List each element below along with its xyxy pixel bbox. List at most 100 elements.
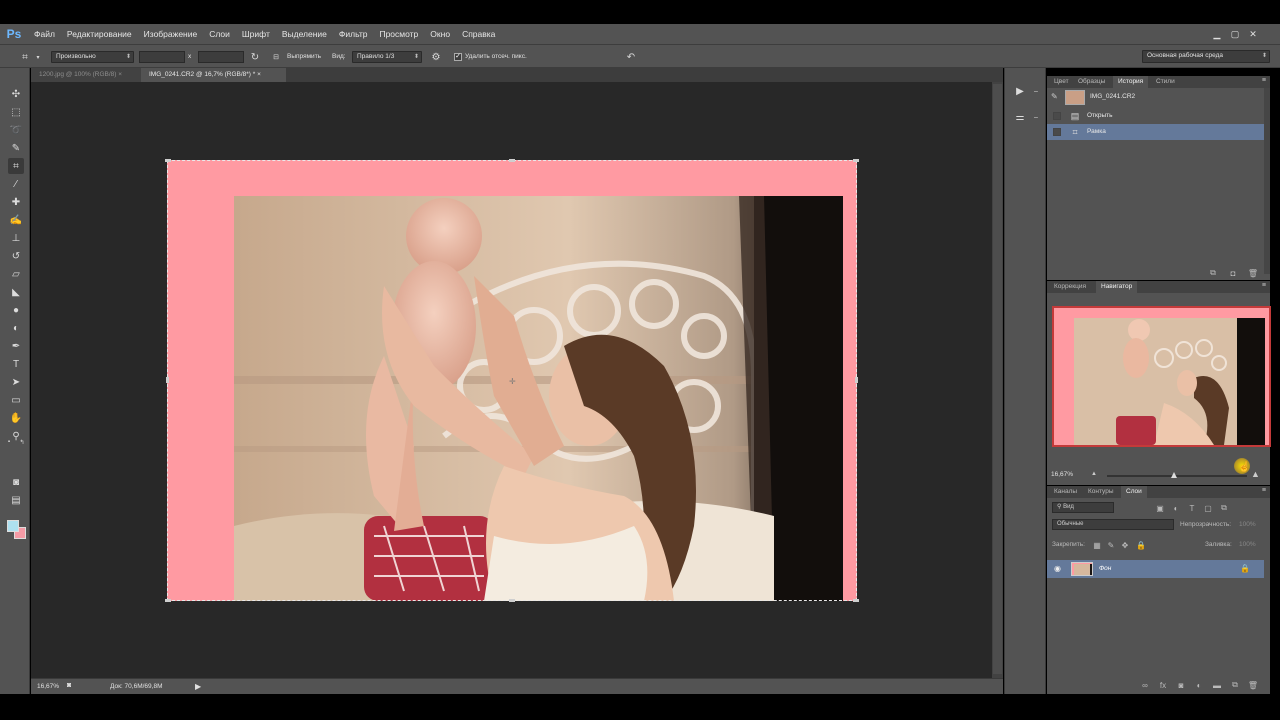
history-brush-tool-icon[interactable]: ↺ [8, 248, 24, 264]
status-zoom[interactable]: 16,67% [37, 683, 59, 690]
overlay-view-select[interactable]: Правило 1/3 [352, 51, 422, 63]
lock-transparent-icon[interactable]: ▦ [1091, 540, 1103, 550]
menu-type[interactable]: Шрифт [242, 29, 270, 39]
scrollbar-thumb[interactable] [993, 84, 1002, 674]
cancel-crop-icon[interactable]: ↶ [624, 50, 638, 64]
hand-tool-icon[interactable]: ✋ [8, 410, 24, 426]
shape-tool-icon[interactable]: ▭ [8, 392, 24, 408]
history-source-box[interactable] [1053, 112, 1061, 120]
tab-history[interactable]: История [1113, 76, 1149, 88]
menu-window[interactable]: Окно [430, 29, 450, 39]
adjustment-layer-icon[interactable]: ◐ [1193, 680, 1205, 690]
zoom-in-icon[interactable]: ▲ [1251, 469, 1260, 479]
menu-file[interactable]: Файл [34, 29, 55, 39]
tab-img-0241[interactable]: IMG_0241.CR2 @ 16,7% (RGB/8*) * × [141, 68, 286, 82]
quick-select-tool-icon[interactable]: ✎ [8, 140, 24, 156]
history-scrollbar[interactable] [1264, 88, 1270, 274]
maximize-icon[interactable]: ▢ [1226, 24, 1244, 44]
menu-help[interactable]: Справка [462, 29, 495, 39]
panel-menu-icon[interactable]: ≡ [1262, 487, 1266, 494]
straighten-label[interactable]: Выпрямить [287, 53, 321, 60]
crop-handle-bottom-right[interactable] [853, 599, 859, 602]
filter-shape-icon[interactable]: ▢ [1202, 503, 1214, 513]
filter-type-icon[interactable]: T [1186, 503, 1198, 513]
new-layer-icon[interactable]: ⧉ [1229, 680, 1241, 690]
slider-knob[interactable] [1171, 472, 1177, 478]
panel-menu-icon[interactable]: ≡ [1262, 77, 1266, 84]
trash-icon[interactable]: 🗑 [1247, 268, 1259, 278]
status-menu-arrow-icon[interactable]: ▶ [195, 682, 201, 691]
eye-visibility-icon[interactable]: ◉ [1054, 564, 1061, 573]
move-tool-icon[interactable]: ✣ [8, 86, 24, 102]
new-document-from-state-icon[interactable]: ⧉ [1207, 268, 1219, 278]
new-group-icon[interactable]: ▬ [1211, 680, 1223, 690]
crop-height-field[interactable] [198, 51, 244, 63]
crop-width-field[interactable] [139, 51, 185, 63]
menu-image[interactable]: Изображение [144, 29, 198, 39]
crop-box[interactable]: ✛ [165, 159, 859, 602]
status-info-icon[interactable]: ◙ [67, 682, 71, 689]
filter-adjustment-icon[interactable]: ◐ [1170, 503, 1182, 513]
add-mask-icon[interactable]: ◙ [1175, 680, 1187, 690]
navigator-zoom-slider[interactable] [1107, 472, 1247, 478]
layer-style-fx-icon[interactable]: fx [1157, 680, 1169, 690]
tab-1200-jpg[interactable]: 1200.jpg @ 100% (RGB/8) × [31, 68, 141, 82]
gear-icon[interactable]: ⚙ [429, 50, 443, 64]
menu-filter[interactable]: Фильтр [339, 29, 368, 39]
layer-name[interactable]: Фон [1099, 565, 1111, 572]
blend-mode-select[interactable]: Обычные [1052, 519, 1174, 530]
snapshot-camera-icon[interactable]: ◘ [1227, 268, 1239, 278]
eraser-tool-icon[interactable]: ▱ [8, 266, 24, 282]
default-colors-icon[interactable]: ▪ [5, 438, 13, 446]
eyedropper-tool-icon[interactable]: ⁄ [8, 176, 24, 192]
type-tool-icon[interactable]: T [8, 356, 24, 372]
tab-swatches[interactable]: Образцы [1073, 76, 1110, 88]
tab-layers[interactable]: Слои [1121, 486, 1147, 498]
history-snapshot-row[interactable]: ✎ IMG_0241.CR2 [1047, 89, 1264, 107]
layer-row-background[interactable]: ◉ Фон 🔒 [1047, 560, 1264, 578]
crop-handle-left[interactable] [166, 377, 169, 383]
straighten-icon[interactable]: ⊟ [269, 50, 283, 64]
swap-rotate-icon[interactable]: ↻ [248, 50, 262, 64]
layer-filter-select[interactable]: ⚲ Вид [1052, 502, 1114, 513]
crop-handle-top-left[interactable] [165, 159, 171, 162]
close-icon[interactable]: ✕ [1244, 24, 1262, 44]
trash-icon[interactable]: 🗑 [1247, 680, 1259, 690]
history-step-open[interactable]: ▤ Открыть [1047, 108, 1264, 124]
lock-all-icon[interactable]: 🔒 [1135, 540, 1147, 550]
crop-tool-icon[interactable]: ⌗ [8, 158, 24, 174]
canvas-vertical-scrollbar[interactable] [992, 82, 1003, 678]
history-step-crop[interactable]: ⌗ Рамка [1047, 124, 1264, 140]
history-source-box[interactable] [1053, 128, 1061, 136]
menu-select[interactable]: Выделение [282, 29, 327, 39]
lasso-tool-icon[interactable]: ➰ [8, 122, 24, 138]
tab-navigator[interactable]: Навигатор [1096, 281, 1138, 293]
dodge-tool-icon[interactable]: ◐ [8, 320, 24, 336]
chevron-down-icon[interactable]: ▾ [31, 50, 45, 64]
tab-paths[interactable]: Контуры [1083, 486, 1119, 498]
brush-tool-icon[interactable]: ✍ [8, 212, 24, 228]
tab-styles[interactable]: Стили [1151, 76, 1180, 88]
link-layers-icon[interactable]: ∞ [1139, 680, 1151, 690]
menu-edit[interactable]: Редактирование [67, 29, 132, 39]
tab-adjustments[interactable]: Коррекция [1049, 281, 1091, 293]
crop-handle-top[interactable] [509, 159, 515, 162]
crop-handle-bottom-left[interactable] [165, 599, 171, 602]
quick-mask-icon[interactable]: ◙ [8, 474, 24, 490]
lock-pixels-icon[interactable]: ✎ [1105, 540, 1117, 550]
collapse-icon[interactable]: – [1029, 84, 1043, 98]
zoom-out-icon[interactable]: ▲ [1091, 471, 1097, 477]
fill-value[interactable]: 100% [1239, 541, 1256, 548]
blur-tool-icon[interactable]: ● [8, 302, 24, 318]
collapse-icon[interactable]: – [1029, 110, 1043, 124]
delete-cropped-checkbox[interactable]: ✓ [454, 53, 462, 61]
navigator-preview[interactable] [1052, 306, 1271, 447]
crop-handle-bottom[interactable] [509, 599, 515, 602]
screen-mode-icon[interactable]: ▤ [8, 492, 24, 508]
crop-handle-right[interactable] [855, 377, 858, 383]
panel-menu-icon[interactable]: ≡ [1262, 282, 1266, 289]
foreground-color-swatch[interactable] [7, 520, 19, 532]
menu-layers[interactable]: Слои [209, 29, 230, 39]
actions-play-icon[interactable]: ▶ [1013, 84, 1027, 98]
tab-color[interactable]: Цвет [1049, 76, 1074, 88]
